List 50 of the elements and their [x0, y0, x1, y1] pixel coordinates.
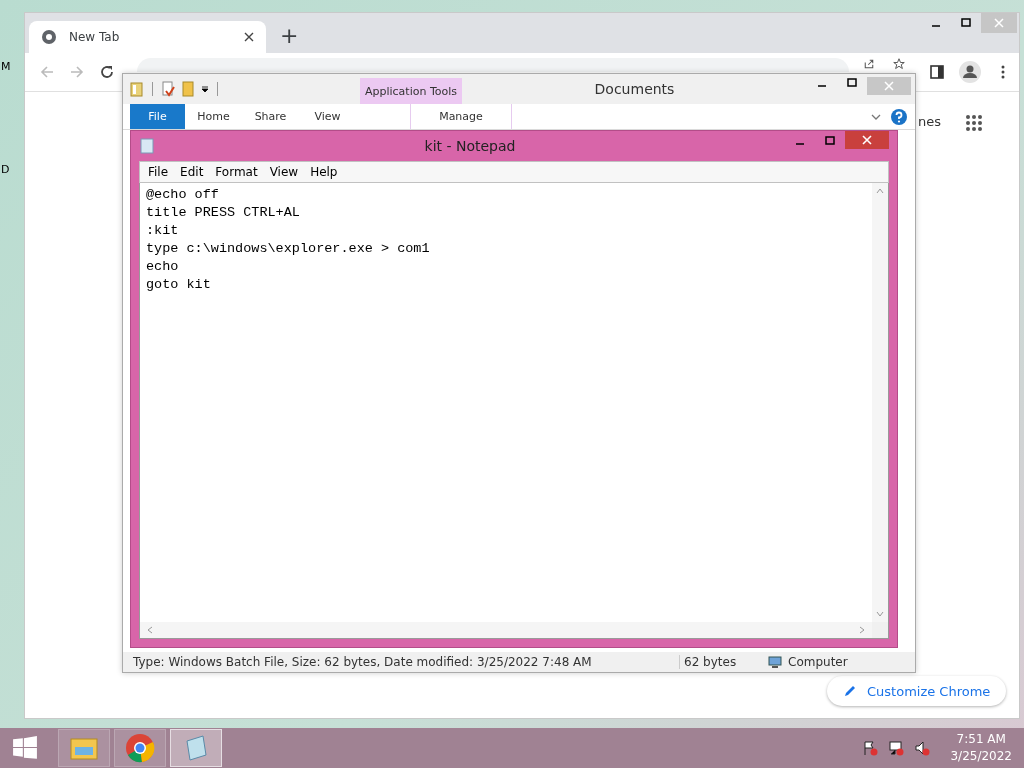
scrollbar-corner [872, 622, 888, 638]
window-title: Documents [593, 80, 676, 99]
ribbon-tab[interactable]: File [130, 104, 185, 129]
menu-item[interactable]: Help [304, 165, 344, 179]
flag-error-icon[interactable] [862, 740, 879, 756]
help-icon[interactable] [891, 108, 907, 125]
status-text: 62 bytes [679, 655, 762, 669]
customize-chrome-button[interactable]: Customize Chrome [827, 676, 1007, 706]
close-icon[interactable] [244, 32, 254, 42]
star-icon[interactable] [893, 58, 905, 70]
share-icon[interactable] [863, 58, 875, 70]
menu-item[interactable]: File [142, 165, 175, 179]
close-icon [862, 135, 872, 145]
menu-item[interactable]: Format [209, 165, 264, 179]
apps-grid-icon[interactable] [965, 114, 983, 132]
window-title: kit - Notepad [423, 138, 517, 154]
speaker-muted-icon[interactable] [914, 740, 931, 756]
taskbar-button[interactable] [114, 729, 166, 767]
menu-item[interactable]: View [263, 165, 305, 179]
pencil-icon [843, 684, 857, 698]
browser-tab[interactable]: New Tab [29, 21, 266, 53]
close-icon [994, 18, 1004, 28]
chrome-logo-icon [125, 733, 155, 763]
close-icon [884, 81, 894, 91]
menu-item[interactable]: Edit [174, 165, 210, 179]
status-text: Type: Windows Batch File, Size: 62 bytes, Date modified: 3/25/2022 7:48 AM [133, 655, 593, 669]
avatar-icon[interactable] [959, 61, 981, 83]
desktop-icon-label: D [1, 163, 10, 176]
windows-start-icon[interactable] [12, 735, 38, 761]
close-button[interactable] [845, 131, 889, 149]
maximize-icon[interactable] [824, 135, 836, 147]
new-tab-button[interactable]: + [280, 22, 299, 50]
dropdown-caret-icon[interactable] [200, 84, 210, 94]
document-check-icon[interactable] [160, 81, 176, 97]
maximize-icon[interactable] [960, 17, 972, 29]
contextual-tab-group-label: Application Tools [360, 78, 462, 104]
computer-icon [768, 655, 782, 669]
network-error-icon[interactable] [888, 740, 905, 756]
reload-icon[interactable] [99, 64, 115, 80]
status-text: Computer [788, 655, 848, 669]
ribbon-tab[interactable]: Home [185, 104, 242, 129]
ribbon-tab[interactable]: Share [242, 104, 299, 129]
notepad-icon [139, 138, 155, 154]
desktop-icon-label: M [1, 60, 11, 73]
chrome-logo-icon [41, 29, 57, 45]
link-text[interactable]: nes [918, 114, 941, 129]
ribbon-tab[interactable]: View [299, 104, 356, 129]
ribbon-tab[interactable]: Manage [410, 104, 512, 129]
maximize-icon[interactable] [846, 77, 858, 89]
side-panel-icon[interactable] [929, 64, 945, 80]
